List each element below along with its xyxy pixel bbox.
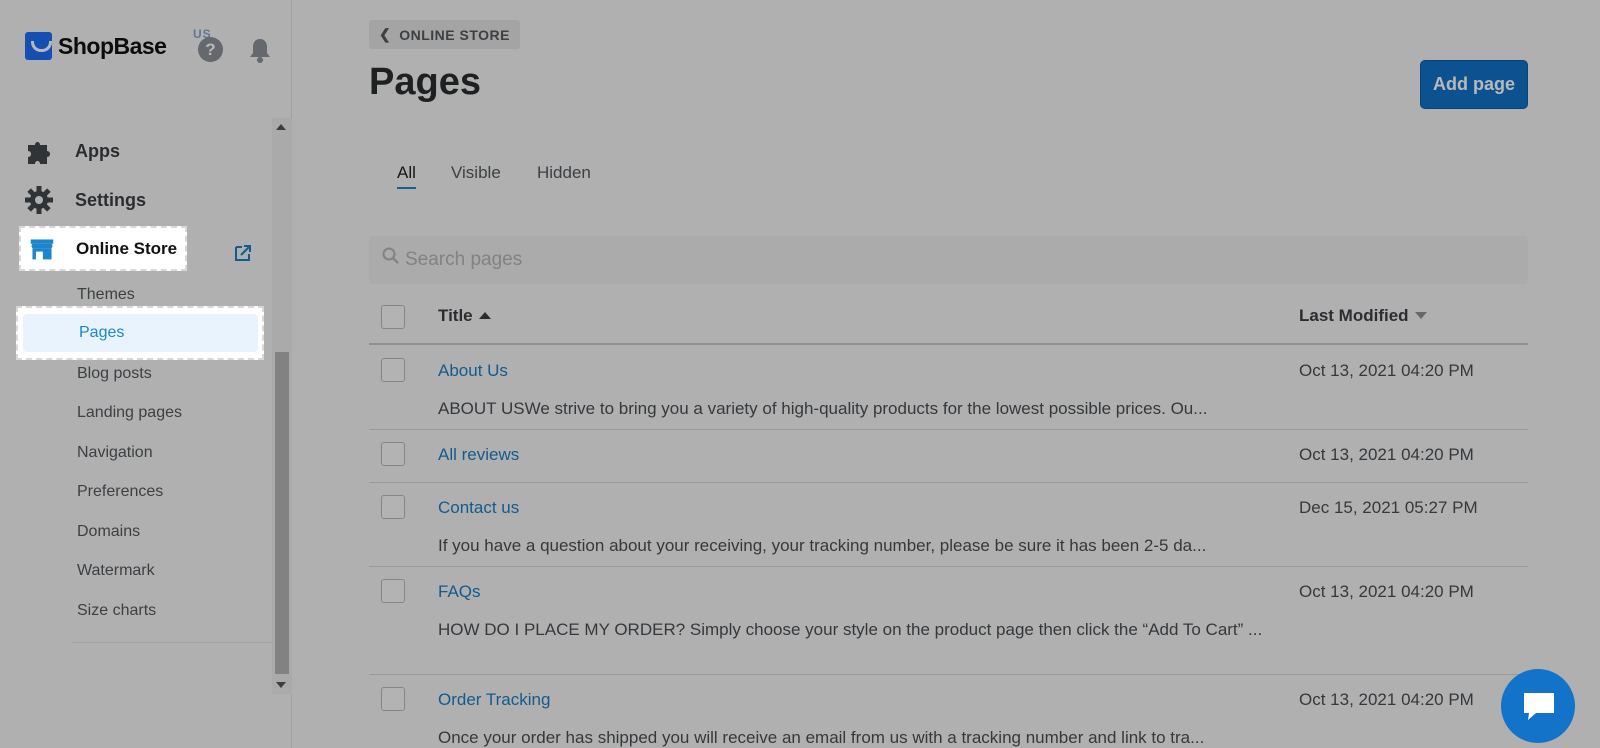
sidebar-subitem-watermark[interactable]: Watermark xyxy=(77,562,155,580)
table-row: About Us Oct 13, 2021 04:20 PM ABOUT USW… xyxy=(369,346,1528,430)
sidebar-subitem-landing-pages[interactable]: Landing pages xyxy=(77,404,182,422)
row-date: Oct 13, 2021 04:20 PM xyxy=(1299,361,1474,380)
row-date: Oct 13, 2021 04:20 PM xyxy=(1299,445,1474,464)
sidebar-item-settings[interactable]: Settings xyxy=(24,180,146,220)
sidebar-divider xyxy=(72,642,272,643)
row-description: HOW DO I PLACE MY ORDER? Simply choose y… xyxy=(438,620,1263,639)
sidebar-item-label: Apps xyxy=(75,140,120,161)
row-title-link[interactable]: Order Tracking xyxy=(438,690,550,710)
row-checkbox[interactable] xyxy=(381,579,405,603)
puzzle-icon xyxy=(28,142,50,164)
sidebar-subitem-themes[interactable]: Themes xyxy=(77,286,135,304)
sidebar-item-label: Settings xyxy=(75,189,147,210)
chat-button[interactable] xyxy=(1501,669,1575,743)
sidebar-item-online-store[interactable]: Online Store xyxy=(19,226,187,271)
main-content: ❮ ONLINE STORE Pages Add page All Visibl… xyxy=(292,0,1600,748)
search-icon xyxy=(382,247,399,264)
sidebar-subitem-size-charts[interactable]: Size charts xyxy=(77,602,156,620)
tab-hidden[interactable]: Hidden xyxy=(537,163,591,183)
brand-logo[interactable]: ShopBase US xyxy=(25,27,211,60)
sidebar-item-apps[interactable]: Apps xyxy=(24,131,120,171)
row-date: Dec 15, 2021 05:27 PM xyxy=(1299,498,1478,517)
help-icon[interactable]: ? xyxy=(198,37,223,62)
scroll-up-icon[interactable] xyxy=(276,124,286,130)
row-checkbox[interactable] xyxy=(381,687,405,711)
column-modified-label: Last Modified xyxy=(1299,306,1409,325)
scroll-down-icon[interactable] xyxy=(276,682,286,688)
row-date: Oct 13, 2021 04:20 PM xyxy=(1299,690,1474,709)
row-title-link[interactable]: All reviews xyxy=(438,445,519,465)
row-checkbox[interactable] xyxy=(381,442,405,466)
add-page-button[interactable]: Add page xyxy=(1420,60,1528,109)
select-all-checkbox[interactable] xyxy=(381,305,405,329)
brand-name: ShopBase xyxy=(58,32,167,59)
sidebar-subitem-navigation[interactable]: Navigation xyxy=(77,444,153,462)
tab-visible[interactable]: Visible xyxy=(451,163,501,183)
sidebar-subitem-preferences[interactable]: Preferences xyxy=(77,483,163,501)
breadcrumb-label: ONLINE STORE xyxy=(399,26,510,43)
shopbase-logo-icon xyxy=(25,32,52,60)
breadcrumb[interactable]: ❮ ONLINE STORE xyxy=(369,20,520,49)
sidebar: ShopBase US ? Apps Settings Online Store… xyxy=(0,0,292,748)
row-title-link[interactable]: FAQs xyxy=(438,582,481,602)
row-title-link[interactable]: About Us xyxy=(438,361,508,381)
column-header-last-modified[interactable]: Last Modified xyxy=(1299,306,1427,326)
table-row: Contact us Dec 15, 2021 05:27 PM If you … xyxy=(369,483,1528,567)
sidebar-subitem-domains[interactable]: Domains xyxy=(77,523,140,541)
row-description: If you have a question about your receiv… xyxy=(438,536,1207,555)
row-checkbox[interactable] xyxy=(381,358,405,382)
bell-icon[interactable] xyxy=(248,37,272,63)
scroll-thumb[interactable] xyxy=(275,352,289,674)
column-header-title[interactable]: Title xyxy=(438,306,491,326)
sort-ascending-icon xyxy=(478,312,491,319)
table-row: FAQs Oct 13, 2021 04:20 PM HOW DO I PLAC… xyxy=(369,567,1528,675)
chevron-left-icon: ❮ xyxy=(379,26,392,42)
search-bar xyxy=(369,236,1528,284)
sidebar-subitem-pages[interactable]: Pages xyxy=(23,314,258,352)
row-description: Once your order has shipped you will rec… xyxy=(438,728,1205,747)
gear-icon xyxy=(25,186,53,214)
sidebar-subitem-label: Pages xyxy=(79,324,125,341)
chat-bubble-icon xyxy=(1524,693,1554,720)
row-checkbox[interactable] xyxy=(381,495,405,519)
row-description: ABOUT USWe strive to bring you a variety… xyxy=(438,399,1208,418)
table-row: All reviews Oct 13, 2021 04:20 PM xyxy=(369,430,1528,483)
sidebar-item-label: Online Store xyxy=(76,238,178,258)
row-date: Oct 13, 2021 04:20 PM xyxy=(1299,582,1474,601)
store-icon xyxy=(30,238,54,259)
sidebar-subitem-pages-highlight: Pages xyxy=(16,306,264,360)
search-input[interactable] xyxy=(405,244,1505,276)
page-title: Pages xyxy=(369,61,481,103)
tab-all[interactable]: All xyxy=(397,163,416,189)
table-header: Title Last Modified xyxy=(369,292,1528,345)
sort-descending-icon xyxy=(1414,312,1427,319)
row-title-link[interactable]: Contact us xyxy=(438,498,519,518)
table-row: Order Tracking Oct 13, 2021 04:20 PM Onc… xyxy=(369,675,1528,748)
column-title-label: Title xyxy=(438,306,473,325)
external-link-icon[interactable] xyxy=(233,243,253,263)
sidebar-scrollbar[interactable] xyxy=(272,118,292,694)
sidebar-subitem-blog-posts[interactable]: Blog posts xyxy=(77,365,152,383)
